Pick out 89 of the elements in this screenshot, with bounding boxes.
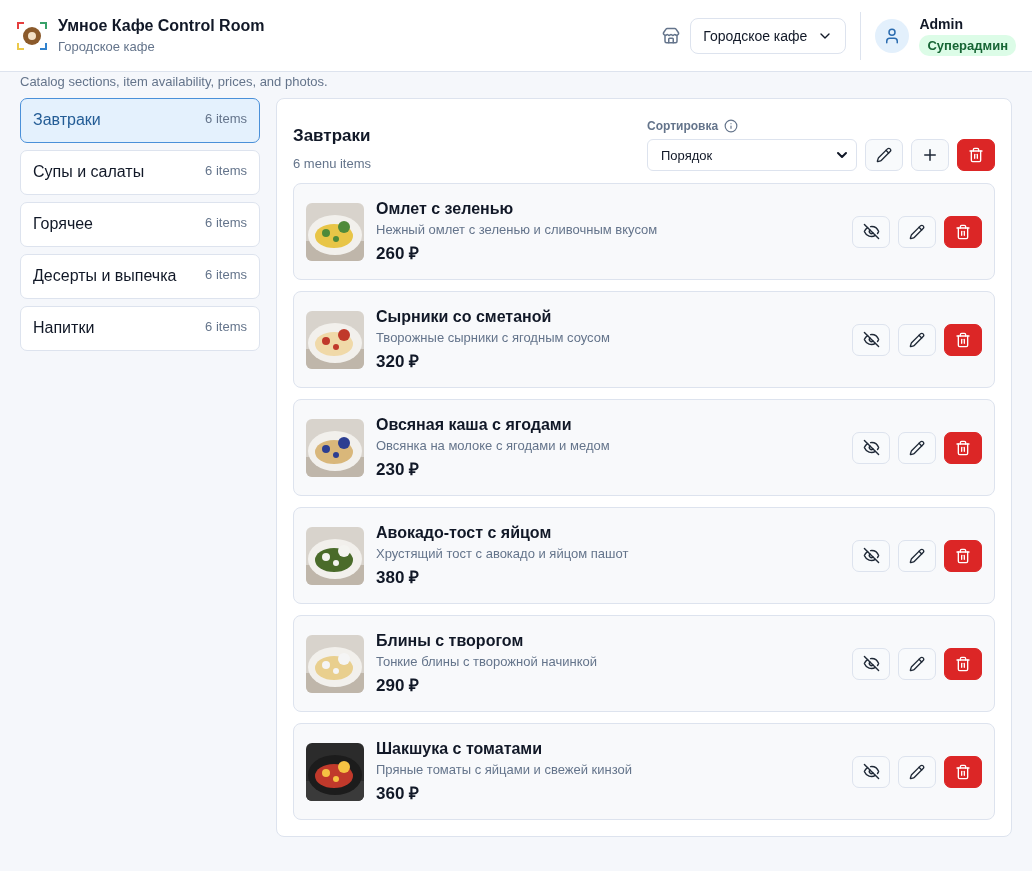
category-item[interactable]: Напитки 6 items [20, 306, 260, 351]
category-label: Горячее [33, 215, 93, 234]
pencil-icon [909, 331, 925, 348]
item-price: 230 ₽ [376, 458, 421, 480]
info-icon [724, 119, 739, 133]
item-count: 6 menu items [293, 156, 372, 171]
edit-button[interactable] [865, 139, 903, 171]
trash-icon [955, 763, 971, 780]
category-label: Супы и салаты [33, 163, 145, 182]
pencil-icon [909, 439, 925, 456]
category-item[interactable]: Супы и салаты 6 items [20, 150, 260, 195]
item-name: Шакшука с томатами [376, 739, 544, 758]
trash-icon [955, 439, 971, 456]
item-description: Творожные сырники с ягодным соусом [376, 329, 611, 345]
pencil-icon [909, 547, 925, 564]
eye-off-icon [862, 547, 880, 564]
item-description: Нежный омлет с зеленью и сливочным вкусом [376, 221, 659, 237]
eye-off-icon [862, 439, 880, 456]
user-name: Admin [919, 15, 963, 32]
item-description: Хрустящий тост с авокадо и яйцом пашот [376, 545, 630, 561]
pencil-icon [909, 223, 925, 240]
hide-button[interactable] [852, 755, 890, 788]
item-price: 290 ₽ [376, 674, 421, 696]
hide-button[interactable] [852, 539, 890, 572]
trash-icon [955, 331, 971, 348]
item-description: Пряные томаты с яйцами и свежей кинзой [376, 761, 633, 777]
pencil-icon [909, 763, 925, 780]
item-name: Сырники со сметаной [376, 307, 553, 326]
item-description: Овсянка на молоке с ягодами и медом [376, 437, 611, 453]
item-description: Тонкие блины с творожной начинкой [376, 653, 598, 669]
item-price: 260 ₽ [376, 242, 421, 264]
hide-button[interactable] [852, 215, 890, 248]
item-name: Омлет с зеленью [376, 199, 515, 218]
logo-icon [16, 19, 48, 52]
section-title: Завтраки [293, 126, 372, 146]
category-label: Завтраки [33, 111, 101, 130]
eye-off-icon [862, 331, 880, 348]
delete-button[interactable] [944, 431, 982, 464]
category-label: Десерты и выпечка [33, 267, 177, 286]
category-item[interactable]: Десерты и выпечка 6 items [20, 254, 260, 299]
item-name: Авокадо-тост с яйцом [376, 523, 553, 542]
category-count: 6 items [205, 319, 247, 336]
trash-icon [955, 547, 971, 564]
add-button[interactable] [911, 139, 949, 171]
edit-button[interactable] [898, 539, 936, 572]
category-item[interactable]: Горячее 6 items [20, 202, 260, 247]
eye-off-icon [862, 763, 880, 780]
role-tag: Суперадмин [919, 34, 1016, 56]
avatar-icon [875, 18, 910, 53]
trash-icon [955, 223, 971, 240]
item-price: 320 ₽ [376, 350, 421, 372]
trash-icon [955, 655, 971, 672]
item-name: Блины с творогом [376, 631, 525, 650]
item-price: 380 ₽ [376, 566, 421, 588]
item-name: Овсяная каша с ягодами [376, 415, 573, 434]
delete-button[interactable] [944, 647, 982, 680]
hide-button[interactable] [852, 431, 890, 464]
edit-button[interactable] [898, 215, 936, 248]
delete-button[interactable] [957, 139, 995, 171]
category-label: Напитки [33, 319, 95, 338]
delete-button[interactable] [944, 755, 982, 788]
delete-button[interactable] [944, 215, 982, 248]
edit-button[interactable] [898, 431, 936, 464]
eye-off-icon [862, 655, 880, 672]
category-count: 6 items [205, 111, 247, 128]
app-title: Умное Кафе Control Room [58, 17, 266, 35]
edit-button[interactable] [898, 647, 936, 680]
sort-label: Сортировка [647, 119, 719, 133]
category-item[interactable]: Завтраки 6 items [20, 98, 260, 143]
pencil-icon [876, 147, 892, 163]
hide-button[interactable] [852, 647, 890, 680]
category-count: 6 items [205, 215, 247, 232]
delete-button[interactable] [944, 539, 982, 572]
category-count: 6 items [205, 163, 247, 180]
delete-button[interactable] [944, 323, 982, 356]
edit-button[interactable] [898, 323, 936, 356]
edit-button[interactable] [898, 755, 936, 788]
category-count: 6 items [205, 267, 247, 284]
eye-off-icon [862, 223, 880, 240]
trash-icon [968, 147, 984, 163]
pencil-icon [909, 655, 925, 672]
plus-icon [921, 146, 939, 164]
hide-button[interactable] [852, 323, 890, 356]
store-icon [662, 26, 681, 45]
cafe-select[interactable]: Городское кафе [690, 17, 847, 54]
app-subtitle: Городское кафе [58, 39, 156, 54]
item-price: 360 ₽ [376, 782, 421, 804]
sort-select[interactable]: Порядок [647, 139, 857, 171]
page-description: Catalog sections, item availability, prices, and photos. [19, 73, 329, 91]
